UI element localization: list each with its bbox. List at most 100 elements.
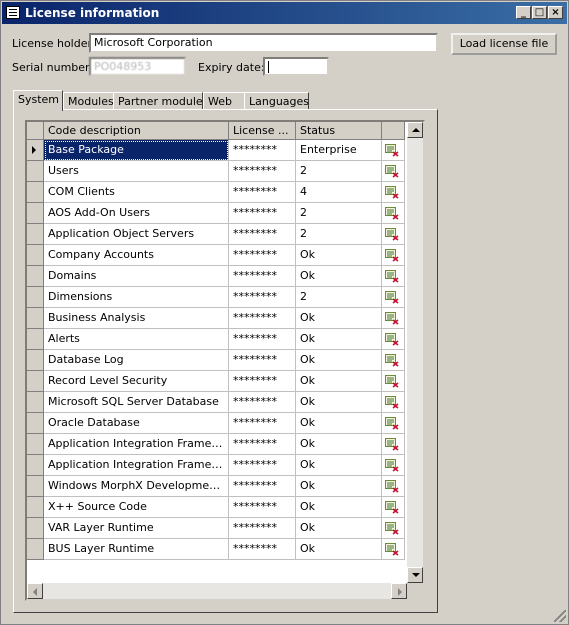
resize-grip-icon[interactable] (554, 610, 566, 622)
table-row[interactable]: Database Log ******** Ok (27, 350, 405, 371)
row-selector[interactable] (27, 434, 44, 455)
column-header-code-description[interactable]: Code description (44, 122, 229, 140)
cell-code-description[interactable]: Domains (44, 266, 229, 287)
row-selector[interactable] (27, 539, 44, 560)
cell-action[interactable] (382, 140, 405, 161)
cell-action[interactable] (382, 224, 405, 245)
expiry-date-field[interactable] (263, 57, 329, 76)
table-row[interactable]: Base Package ******** Enterprise (27, 140, 405, 161)
cell-code-description[interactable]: Company Accounts (44, 245, 229, 266)
cell-action[interactable] (382, 308, 405, 329)
license-edit-icon[interactable] (385, 458, 399, 472)
tab-web[interactable]: Web (203, 92, 246, 110)
cell-status[interactable]: Ok (296, 497, 382, 518)
cell-action[interactable] (382, 161, 405, 182)
license-edit-icon[interactable] (385, 521, 399, 535)
cell-status[interactable]: 2 (296, 161, 382, 182)
cell-status[interactable]: Ok (296, 245, 382, 266)
cell-license[interactable]: ******** (229, 350, 296, 371)
table-row[interactable]: Record Level Security ******** Ok (27, 371, 405, 392)
table-row[interactable]: Business Analysis ******** Ok (27, 308, 405, 329)
license-edit-icon[interactable] (385, 227, 399, 241)
close-button[interactable]: × (548, 6, 563, 19)
cell-license[interactable]: ******** (229, 434, 296, 455)
cell-license[interactable]: ******** (229, 308, 296, 329)
license-edit-icon[interactable] (385, 353, 399, 367)
cell-action[interactable] (382, 287, 405, 308)
cell-code-description[interactable]: Alerts (44, 329, 229, 350)
license-edit-icon[interactable] (385, 416, 399, 430)
license-holder-field[interactable]: Microsoft Corporation (89, 33, 438, 53)
row-selector[interactable] (27, 392, 44, 413)
table-row[interactable]: COM Clients ******** 4 (27, 182, 405, 203)
minimize-button[interactable]: _ (516, 6, 531, 19)
table-row[interactable]: Alerts ******** Ok (27, 329, 405, 350)
row-selector[interactable] (27, 140, 44, 161)
license-edit-icon[interactable] (385, 500, 399, 514)
cell-license[interactable]: ******** (229, 329, 296, 350)
row-selector[interactable] (27, 245, 44, 266)
cell-license[interactable]: ******** (229, 203, 296, 224)
cell-action[interactable] (382, 245, 405, 266)
cell-code-description[interactable]: Windows MorphX Development Suite (44, 476, 229, 497)
row-selector[interactable] (27, 287, 44, 308)
cell-license[interactable]: ******** (229, 518, 296, 539)
table-row[interactable]: AOS Add-On Users ******** 2 (27, 203, 405, 224)
table-row[interactable]: Users ******** 2 (27, 161, 405, 182)
cell-action[interactable] (382, 203, 405, 224)
row-selector[interactable] (27, 329, 44, 350)
cell-status[interactable]: Ok (296, 476, 382, 497)
cell-license[interactable]: ******** (229, 371, 296, 392)
load-license-file-button[interactable]: Load license file (451, 33, 557, 55)
table-row[interactable]: Domains ******** Ok (27, 266, 405, 287)
cell-status[interactable]: Ok (296, 266, 382, 287)
cell-code-description[interactable]: BUS Layer Runtime (44, 539, 229, 560)
cell-license[interactable]: ******** (229, 266, 296, 287)
cell-action[interactable] (382, 266, 405, 287)
cell-action[interactable] (382, 497, 405, 518)
cell-license[interactable]: ******** (229, 161, 296, 182)
scroll-up-button[interactable] (407, 122, 423, 138)
cell-code-description[interactable]: Dimensions (44, 287, 229, 308)
vertical-scrollbar[interactable] (407, 122, 423, 583)
table-row[interactable]: Application Object Servers ******** 2 (27, 224, 405, 245)
cell-action[interactable] (382, 476, 405, 497)
cell-code-description[interactable]: Application Integration Framework for We… (44, 455, 229, 476)
table-row[interactable]: X++ Source Code ******** Ok (27, 497, 405, 518)
cell-license[interactable]: ******** (229, 476, 296, 497)
row-selector[interactable] (27, 266, 44, 287)
cell-code-description[interactable]: Base Package (44, 140, 229, 161)
license-edit-icon[interactable] (385, 143, 399, 157)
cell-action[interactable] (382, 539, 405, 560)
license-edit-icon[interactable] (385, 374, 399, 388)
cell-code-description[interactable]: Users (44, 161, 229, 182)
cell-license[interactable]: ******** (229, 539, 296, 560)
cell-status[interactable]: Ok (296, 308, 382, 329)
row-selector[interactable] (27, 161, 44, 182)
scroll-left-button[interactable] (27, 583, 43, 599)
maximize-button[interactable]: □ (532, 6, 547, 19)
cell-license[interactable]: ******** (229, 182, 296, 203)
cell-action[interactable] (382, 182, 405, 203)
cell-code-description[interactable]: VAR Layer Runtime (44, 518, 229, 539)
cell-status[interactable]: 2 (296, 203, 382, 224)
table-row[interactable]: Windows MorphX Development Suite********… (27, 476, 405, 497)
cell-license[interactable]: ******** (229, 455, 296, 476)
row-selector[interactable] (27, 371, 44, 392)
scroll-down-button[interactable] (407, 567, 423, 583)
cell-license[interactable]: ******** (229, 140, 296, 161)
cell-license[interactable]: ******** (229, 413, 296, 434)
cell-status[interactable]: Ok (296, 434, 382, 455)
cell-license[interactable]: ******** (229, 497, 296, 518)
cell-action[interactable] (382, 518, 405, 539)
row-selector[interactable] (27, 455, 44, 476)
row-selector[interactable] (27, 224, 44, 245)
cell-action[interactable] (382, 329, 405, 350)
horizontal-scrollbar[interactable] (27, 583, 407, 599)
table-row[interactable]: Dimensions ******** 2 (27, 287, 405, 308)
tab-system[interactable]: System (13, 90, 63, 111)
row-selector[interactable] (27, 203, 44, 224)
table-row[interactable]: Application Integration Framework for We… (27, 455, 405, 476)
cell-status[interactable]: Ok (296, 413, 382, 434)
scroll-right-button[interactable] (391, 583, 407, 599)
